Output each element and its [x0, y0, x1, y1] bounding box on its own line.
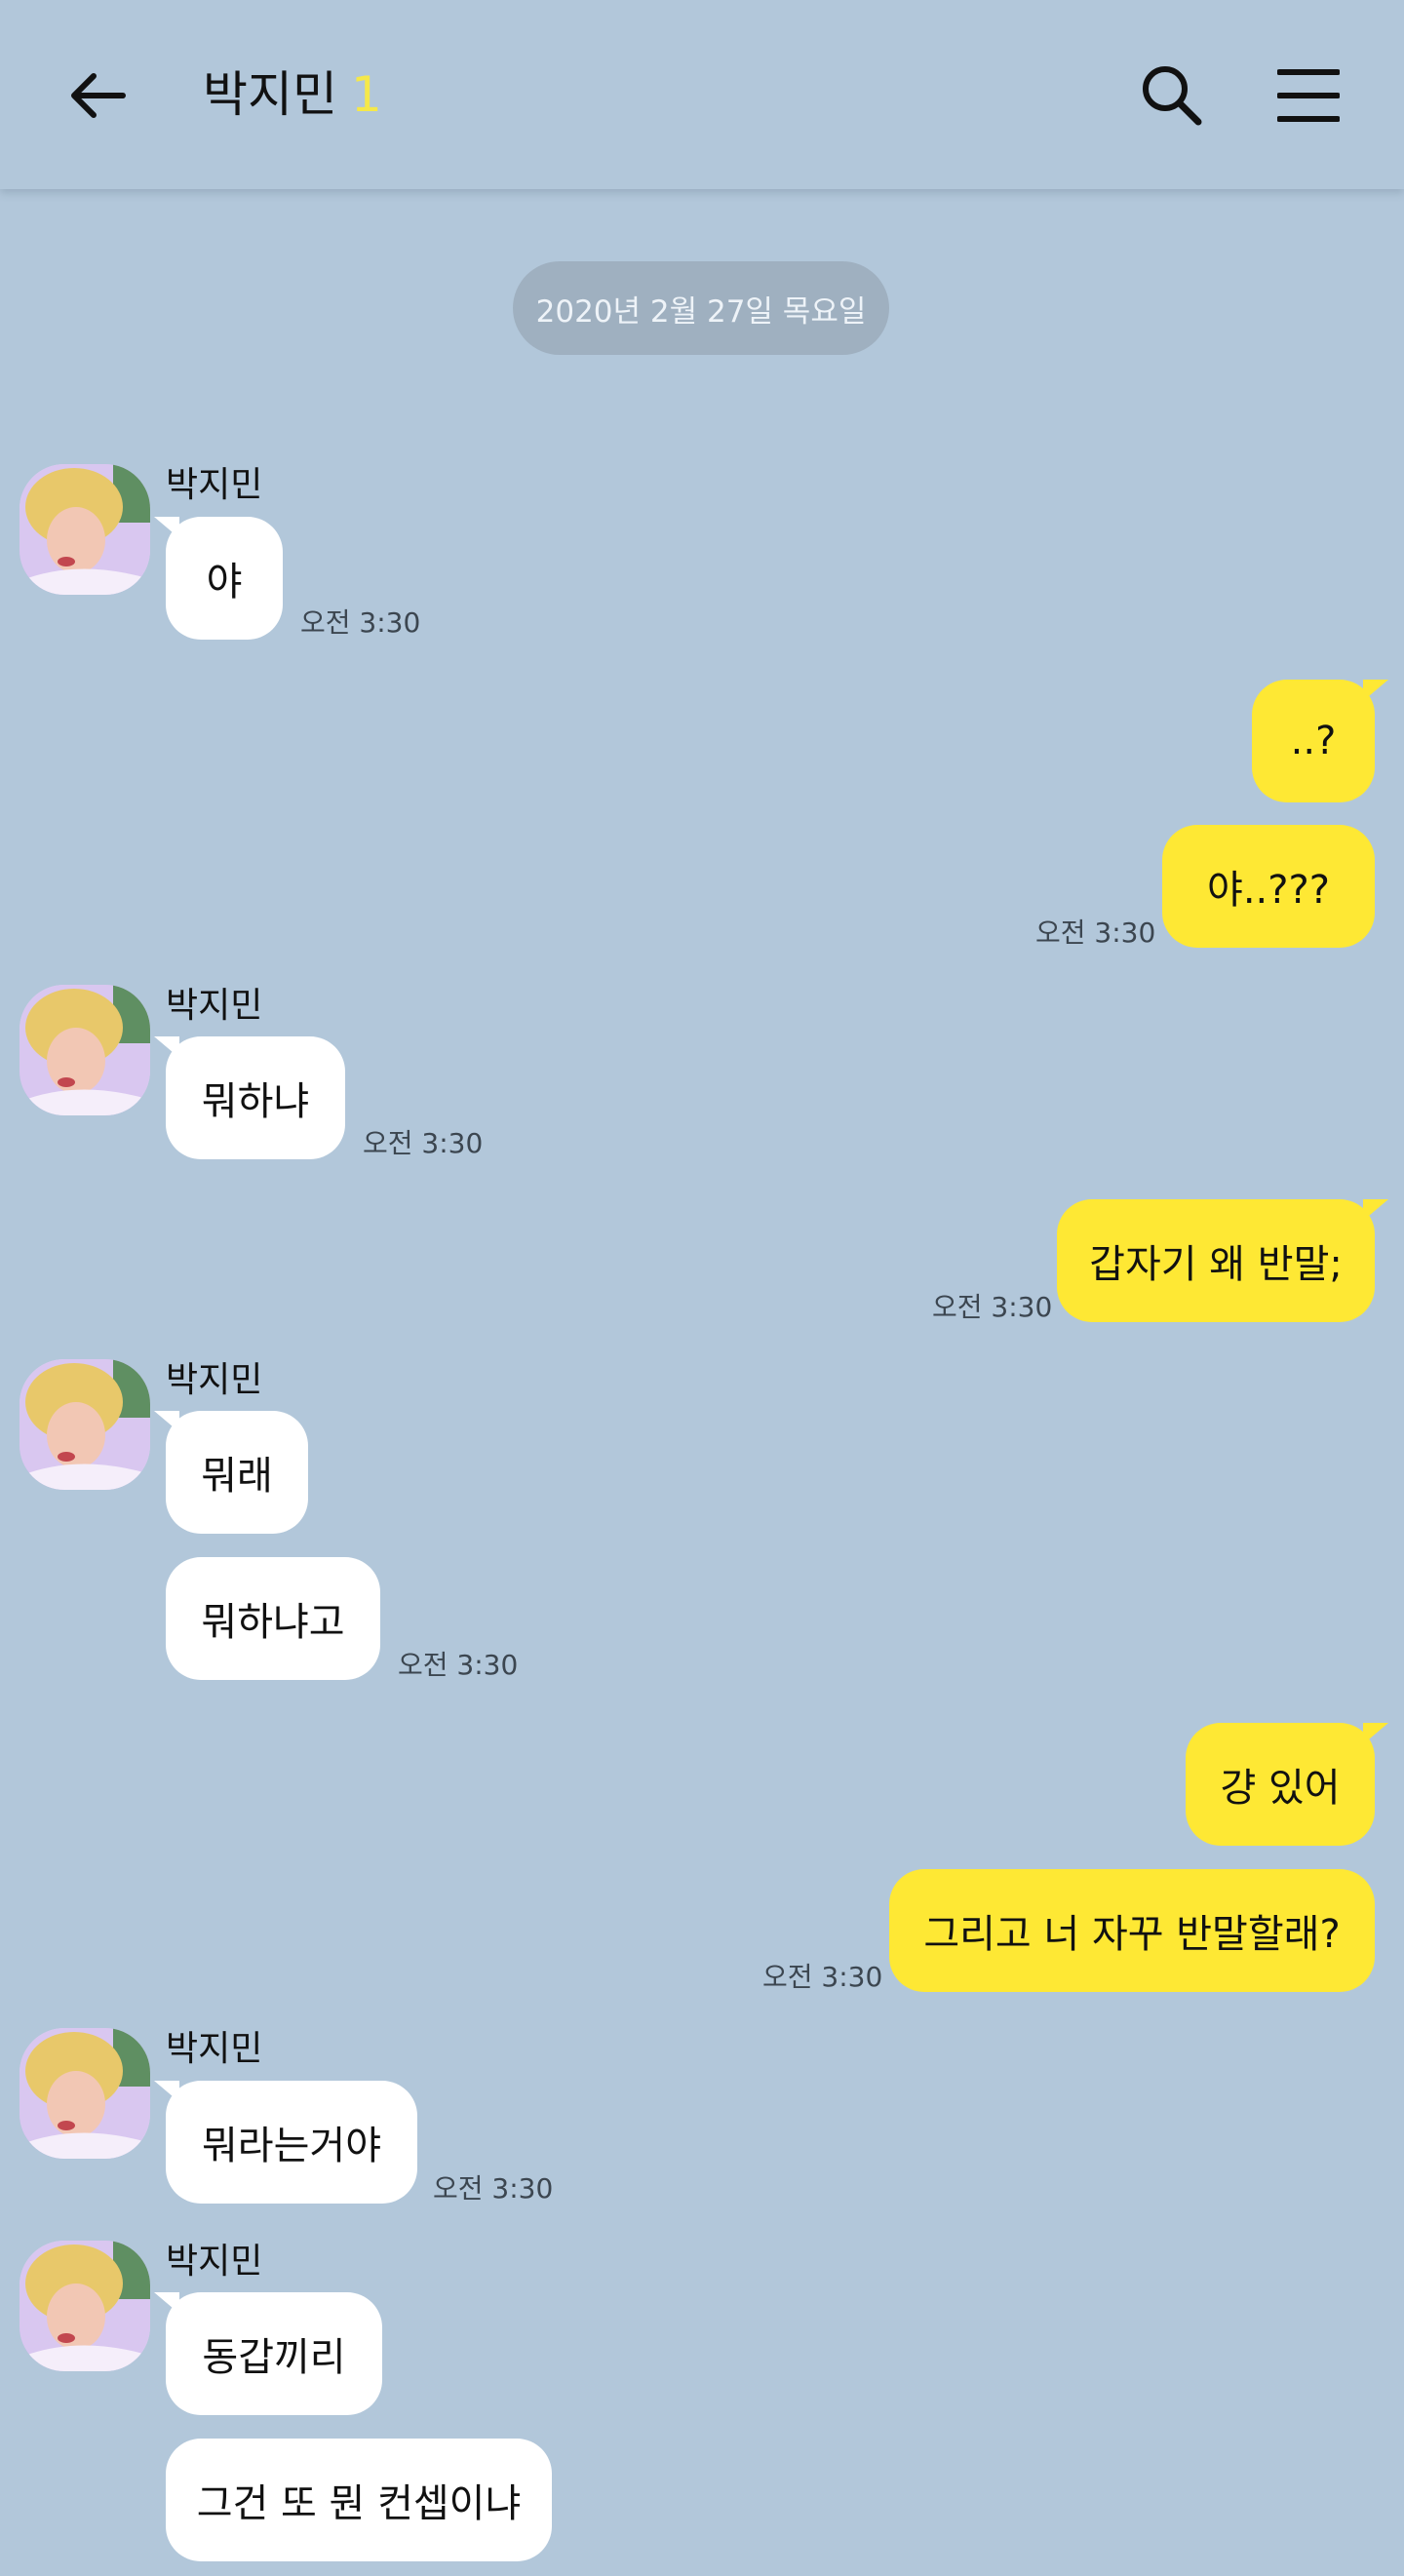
message-bubble-outgoing[interactable]: 갑자기 왜 반말; — [1057, 1199, 1388, 1322]
message-bubble-incoming[interactable]: 야 — [154, 517, 283, 640]
search-icon — [1143, 66, 1202, 126]
chat-header: 박지민 1 — [0, 0, 1404, 189]
message-bubble-outgoing[interactable]: 야..??? — [1162, 825, 1375, 948]
avatar-image — [20, 2028, 150, 2159]
message-time: 오전 3:30 — [762, 1961, 883, 1993]
message-time: 오전 3:30 — [433, 2172, 554, 2205]
search-button[interactable] — [1131, 55, 1211, 135]
sender-avatar[interactable] — [20, 985, 150, 1115]
message-bubble-incoming[interactable]: 뭐하냐 — [154, 1036, 345, 1159]
sender-name: 박지민 — [166, 986, 263, 1026]
message-time: 오전 3:30 — [932, 1291, 1053, 1323]
message-bubble-incoming[interactable]: 뭐라는거야 — [154, 2081, 417, 2204]
message-bubble-incoming[interactable]: 그건 또 뭔 컨셉이냐 — [166, 2439, 552, 2561]
message-time: 오전 3:30 — [398, 1649, 519, 1681]
avatar-image — [20, 464, 150, 595]
menu-icon — [1277, 69, 1340, 122]
message-time: 오전 3:30 — [300, 606, 421, 639]
message-text: 뭐래 — [201, 1454, 273, 1499]
message-text: 갑자기 왜 반말; — [1089, 1242, 1343, 1287]
back-arrow-icon — [71, 73, 126, 118]
message-bubble-outgoing[interactable]: 그리고 너 자꾸 반말할래? — [889, 1869, 1375, 1992]
avatar-image — [20, 2241, 150, 2371]
chat-screen: 박지민 1 2020년 2월 27일 목요일 박지민 야 오전 3:30 ..?… — [0, 0, 1404, 2576]
message-text: 걍 있어 — [1220, 1766, 1341, 1811]
message-bubble-incoming[interactable]: 동갑끼리 — [154, 2292, 382, 2415]
message-text: 그건 또 뭔 컨셉이냐 — [196, 2481, 522, 2526]
message-text: 그리고 너 자꾸 반말할래? — [923, 1912, 1341, 1957]
back-button[interactable] — [58, 57, 136, 135]
chat-room-name: 박지민 — [203, 66, 337, 123]
message-bubble-incoming[interactable]: 뭐하냐고 — [166, 1557, 380, 1680]
message-text: 야 — [206, 560, 243, 605]
date-divider: 2020년 2월 27일 목요일 — [513, 261, 889, 355]
sender-name: 박지민 — [166, 2242, 263, 2282]
menu-button[interactable] — [1268, 55, 1349, 137]
sender-name: 박지민 — [166, 1360, 263, 1400]
message-text: 뭐하냐 — [201, 1079, 310, 1124]
message-text: 야..??? — [1207, 868, 1330, 913]
sender-avatar[interactable] — [20, 1359, 150, 1490]
message-text: 뭐라는거야 — [202, 2124, 381, 2168]
message-bubble-outgoing[interactable]: ..? — [1252, 680, 1388, 802]
message-time: 오전 3:30 — [1035, 917, 1156, 949]
sender-name: 박지민 — [166, 465, 263, 505]
message-bubble-outgoing[interactable]: 걍 있어 — [1186, 1723, 1388, 1846]
message-time: 오전 3:30 — [363, 1127, 484, 1159]
message-text: ..? — [1290, 719, 1337, 763]
message-text: 동갑끼리 — [202, 2335, 346, 2380]
sender-avatar[interactable] — [20, 2028, 150, 2159]
message-text: 뭐하냐고 — [201, 1600, 345, 1645]
avatar-image — [20, 985, 150, 1115]
sender-name: 박지민 — [166, 2029, 263, 2069]
member-count: 1 — [351, 66, 382, 123]
message-bubble-incoming[interactable]: 뭐래 — [154, 1411, 308, 1534]
sender-avatar[interactable] — [20, 2241, 150, 2371]
avatar-image — [20, 1359, 150, 1490]
sender-avatar[interactable] — [20, 464, 150, 595]
chat-title: 박지민 1 — [203, 60, 382, 129]
